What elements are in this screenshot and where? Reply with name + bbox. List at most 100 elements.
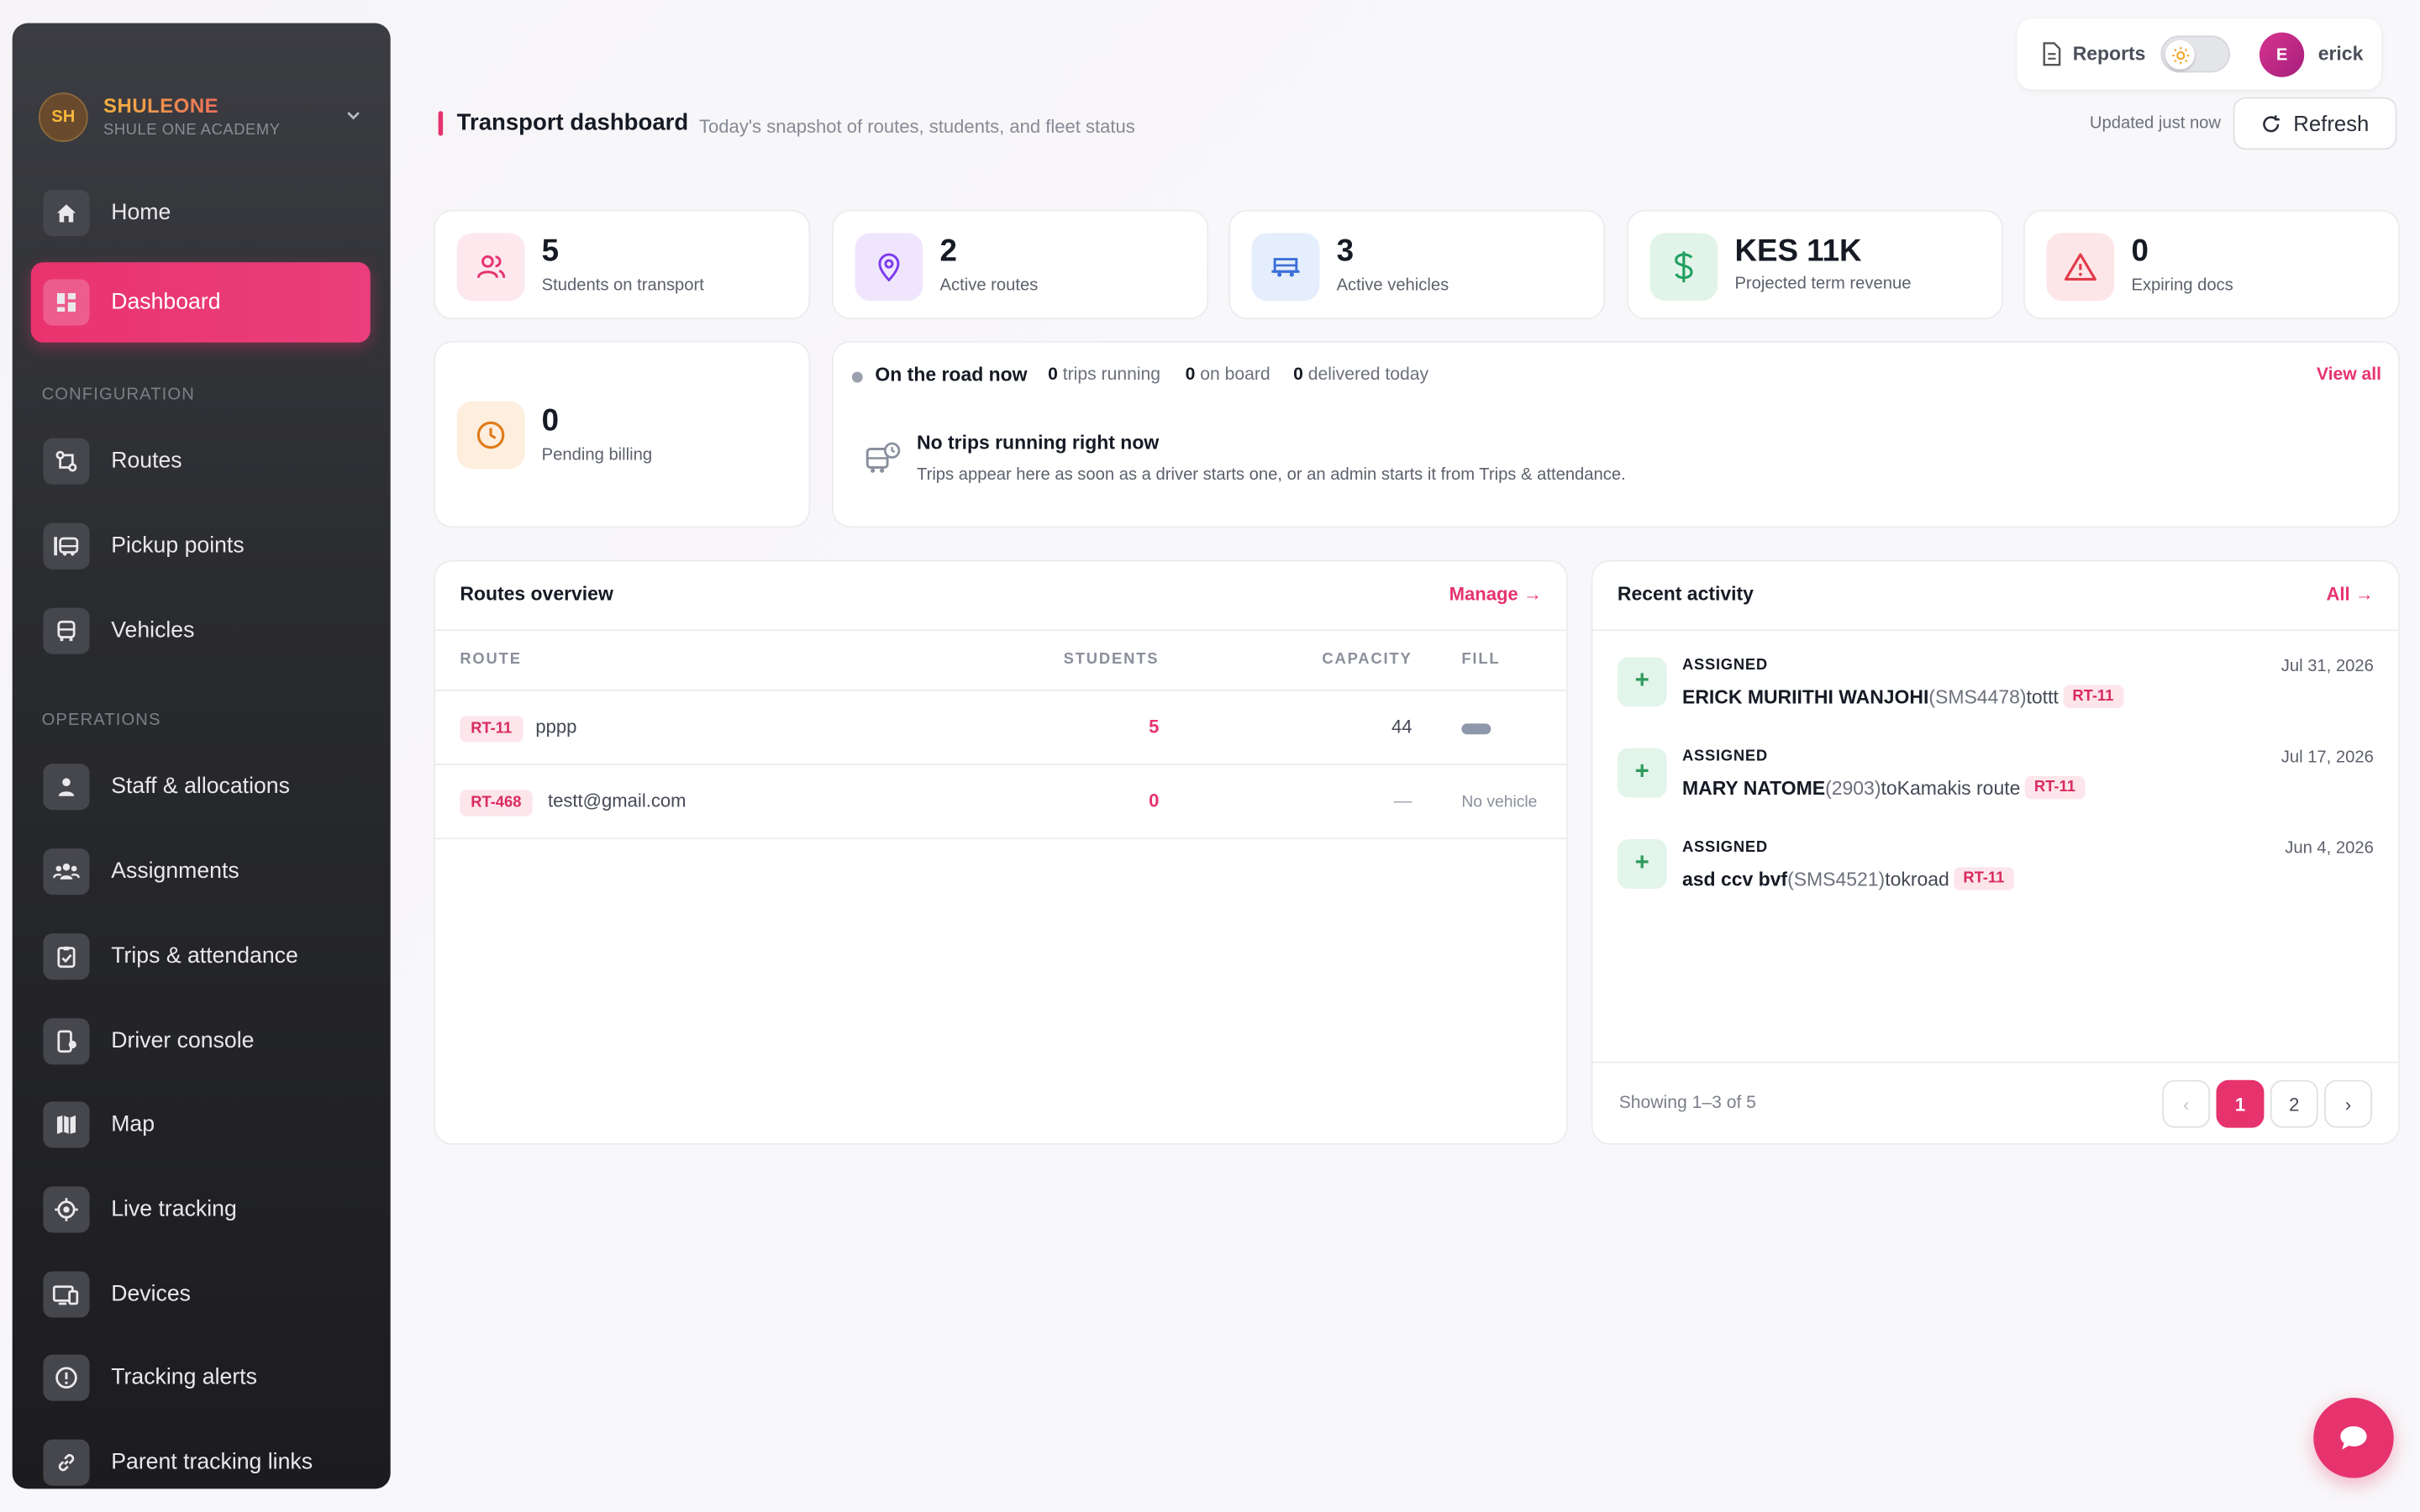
clipboard-check-icon bbox=[43, 933, 90, 980]
phone-location-icon bbox=[43, 1018, 90, 1065]
sidebar-item-routes[interactable]: Routes bbox=[31, 421, 371, 501]
pagination-info: Showing 1–3 of 5 bbox=[1618, 1094, 1756, 1113]
van-icon bbox=[1251, 233, 1320, 302]
top-toolbar: Reports E erick bbox=[2017, 18, 2382, 90]
map-icon bbox=[43, 1101, 90, 1148]
clock-icon bbox=[456, 401, 525, 470]
route-code-badge: RT-11 bbox=[2063, 685, 2123, 709]
staff-icon bbox=[43, 764, 90, 811]
stat-card-students[interactable]: 5 Students on transport bbox=[434, 209, 811, 320]
sidebar-item-label: Map bbox=[111, 1112, 155, 1137]
sidebar-item-devices[interactable]: Devices bbox=[31, 1254, 371, 1335]
route-capacity: — bbox=[1393, 790, 1413, 812]
sidebar-item-vehicles[interactable]: Vehicles bbox=[31, 591, 371, 671]
sidebar-item-label: Trips & attendance bbox=[111, 944, 298, 969]
brand-name: SHULEONE bbox=[103, 94, 219, 118]
empty-state-title: No trips running right now bbox=[916, 432, 1160, 454]
list-item[interactable]: + ASSIGNED Jun 4, 2026 asd ccv bvf (SMS45… bbox=[1617, 839, 2374, 916]
plus-icon: + bbox=[1617, 657, 1667, 707]
users-icon bbox=[456, 233, 525, 302]
sidebar-item-parent-tracking-links[interactable]: Parent tracking links bbox=[31, 1422, 371, 1488]
prev-page-button[interactable]: ‹ bbox=[2162, 1079, 2211, 1128]
activity-date: Jun 4, 2026 bbox=[2285, 839, 2374, 858]
stat-label: Projected term revenue bbox=[1734, 274, 1912, 293]
manage-link[interactable]: Manage → bbox=[1449, 583, 1542, 605]
stat-card-vehicles[interactable]: 3 Active vehicles bbox=[1228, 209, 1606, 320]
sidebar-item-trips-attendance[interactable]: Trips & attendance bbox=[31, 916, 371, 997]
next-page-button[interactable]: › bbox=[2324, 1079, 2373, 1128]
sidebar-item-home[interactable]: Home bbox=[31, 173, 371, 254]
table-row[interactable]: RT-11 pppp 5 44 bbox=[435, 691, 1566, 764]
route-code-badge: RT-468 bbox=[460, 790, 533, 816]
list-item[interactable]: + ASSIGNED Jul 17, 2026 MARY NATOME (2903… bbox=[1617, 748, 2374, 826]
table-row[interactable]: RT-468 testt@gmail.com 0 — No vehicle bbox=[435, 765, 1566, 837]
stat-card-pending-billing[interactable]: 0 Pending billing bbox=[434, 340, 811, 528]
reports-link[interactable]: Reports bbox=[2073, 43, 2146, 65]
sidebar-item-label: Vehicles bbox=[111, 618, 195, 643]
refresh-button[interactable]: Refresh bbox=[2233, 97, 2397, 150]
stat-label: Students on transport bbox=[541, 276, 704, 295]
sidebar-item-label: Live tracking bbox=[111, 1197, 237, 1222]
fill-bar bbox=[1461, 723, 1491, 735]
updated-status: Updated just now bbox=[2089, 113, 2222, 133]
page-title: Transport dashboard bbox=[456, 109, 689, 136]
activity-date: Jul 17, 2026 bbox=[2281, 748, 2374, 767]
sidebar-item-driver-console[interactable]: Driver console bbox=[31, 1001, 371, 1082]
divider bbox=[434, 629, 1567, 632]
all-activity-link[interactable]: All → bbox=[2327, 583, 2374, 605]
column-header-fill: FILL bbox=[1461, 651, 1501, 669]
page-1-button[interactable]: 1 bbox=[2216, 1079, 2265, 1128]
alert-circle-icon bbox=[43, 1354, 90, 1401]
recent-activity-panel: Recent activity All → + ASSIGNED Jul 31,… bbox=[1591, 559, 2401, 1145]
sidebar-item-live-tracking[interactable]: Live tracking bbox=[31, 1169, 371, 1250]
no-vehicle-label: No vehicle bbox=[1461, 793, 1538, 812]
user-name[interactable]: erick bbox=[2318, 43, 2364, 65]
divider bbox=[434, 837, 1567, 840]
brand-subtitle: SHULE ONE ACADEMY bbox=[103, 122, 281, 139]
panel-title: Recent activity bbox=[1617, 583, 1754, 605]
route-name: testt@gmail.com bbox=[548, 790, 687, 812]
empty-state-subtitle: Trips appear here as soon as a driver st… bbox=[916, 465, 1626, 485]
sidebar-item-pickup-points[interactable]: Pickup points bbox=[31, 506, 371, 586]
page-2-button[interactable]: 2 bbox=[2270, 1079, 2318, 1128]
home-icon bbox=[43, 189, 90, 237]
page-subtitle: Today's snapshot of routes, students, an… bbox=[699, 115, 1135, 138]
sidebar-item-assignments[interactable]: Assignments bbox=[31, 832, 371, 912]
activity-type: ASSIGNED bbox=[1682, 657, 1768, 675]
dashboard-icon bbox=[43, 279, 90, 326]
sidebar-item-staff-allocations[interactable]: Staff & allocations bbox=[31, 747, 371, 827]
list-item[interactable]: + ASSIGNED Jul 31, 2026 ERICK MURIITHI W… bbox=[1617, 657, 2374, 734]
stat-label: Active routes bbox=[939, 276, 1039, 295]
sidebar-item-tracking-alerts[interactable]: Tracking alerts bbox=[31, 1337, 371, 1418]
user-avatar[interactable]: E bbox=[2259, 32, 2305, 77]
sidebar: SH SHULEONE SHULE ONE ACADEMY Home Dashb… bbox=[12, 23, 391, 1489]
status-dot bbox=[851, 371, 863, 383]
stat-card-revenue[interactable]: KES 11K Projected term revenue bbox=[1626, 209, 2004, 320]
dollar-icon bbox=[1649, 233, 1718, 302]
sidebar-item-label: Staff & allocations bbox=[111, 774, 290, 800]
map-pin-icon bbox=[855, 233, 923, 302]
sidebar-item-dashboard[interactable]: Dashboard bbox=[30, 262, 371, 343]
column-header-capacity: CAPACITY bbox=[1322, 651, 1413, 669]
plus-icon: + bbox=[1617, 748, 1667, 798]
sidebar-item-label: Parent tracking links bbox=[111, 1450, 313, 1475]
stat-card-expiring-docs[interactable]: 0 Expiring docs bbox=[2023, 209, 2401, 320]
stat-value: 2 bbox=[939, 234, 957, 269]
sidebar-item-label: Pickup points bbox=[111, 533, 245, 559]
section-label-configuration: CONFIGURATION bbox=[41, 386, 195, 405]
warning-icon bbox=[2046, 233, 2115, 302]
document-icon[interactable] bbox=[2040, 42, 2062, 66]
sidebar-item-label: Home bbox=[111, 200, 171, 226]
view-all-link[interactable]: View all bbox=[2317, 365, 2381, 384]
chat-button[interactable] bbox=[2313, 1398, 2394, 1478]
theme-toggle[interactable] bbox=[2160, 35, 2231, 73]
bus-clock-icon bbox=[865, 439, 902, 476]
chevron-down-icon[interactable] bbox=[343, 105, 365, 127]
refresh-icon bbox=[2261, 113, 2281, 134]
sidebar-item-label: Tracking alerts bbox=[111, 1365, 257, 1390]
stat-card-routes[interactable]: 2 Active routes bbox=[831, 209, 1209, 320]
activity-detail: ERICK MURIITHI WANJOHI (SMS4478) tottt RT-1… bbox=[1682, 685, 2123, 709]
activity-date: Jul 31, 2026 bbox=[2281, 657, 2374, 676]
sidebar-item-map[interactable]: Map bbox=[31, 1084, 371, 1165]
stat-label: Pending billing bbox=[541, 445, 653, 465]
